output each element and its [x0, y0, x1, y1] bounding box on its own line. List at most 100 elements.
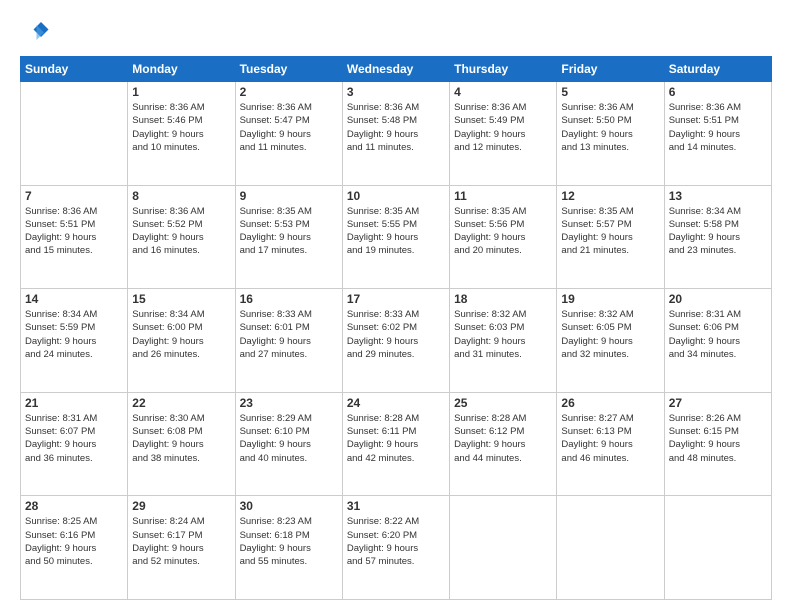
- day-info: Sunrise: 8:36 AMSunset: 5:51 PMDaylight:…: [25, 205, 123, 258]
- day-number: 23: [240, 396, 338, 410]
- day-info: Sunrise: 8:31 AMSunset: 6:06 PMDaylight:…: [669, 308, 767, 361]
- day-info: Sunrise: 8:23 AMSunset: 6:18 PMDaylight:…: [240, 515, 338, 568]
- calendar-cell: 31 Sunrise: 8:22 AMSunset: 6:20 PMDayligh…: [342, 496, 449, 600]
- day-info: Sunrise: 8:35 AMSunset: 5:57 PMDaylight:…: [561, 205, 659, 258]
- day-number: 6: [669, 85, 767, 99]
- day-number: 3: [347, 85, 445, 99]
- calendar-cell: 11 Sunrise: 8:35 AMSunset: 5:56 PMDayligh…: [450, 185, 557, 289]
- calendar-cell: 29 Sunrise: 8:24 AMSunset: 6:17 PMDayligh…: [128, 496, 235, 600]
- day-number: 27: [669, 396, 767, 410]
- day-number: 13: [669, 189, 767, 203]
- calendar-cell: 23 Sunrise: 8:29 AMSunset: 6:10 PMDayligh…: [235, 392, 342, 496]
- calendar-week-5: 28 Sunrise: 8:25 AMSunset: 6:16 PMDayligh…: [21, 496, 772, 600]
- day-number: 5: [561, 85, 659, 99]
- day-info: Sunrise: 8:28 AMSunset: 6:11 PMDaylight:…: [347, 412, 445, 465]
- day-info: Sunrise: 8:26 AMSunset: 6:15 PMDaylight:…: [669, 412, 767, 465]
- day-number: 21: [25, 396, 123, 410]
- day-info: Sunrise: 8:34 AMSunset: 5:59 PMDaylight:…: [25, 308, 123, 361]
- day-info: Sunrise: 8:34 AMSunset: 6:00 PMDaylight:…: [132, 308, 230, 361]
- day-info: Sunrise: 8:27 AMSunset: 6:13 PMDaylight:…: [561, 412, 659, 465]
- day-number: 14: [25, 292, 123, 306]
- calendar-week-1: 1Sunrise: 8:36 AMSunset: 5:46 PMDaylight…: [21, 82, 772, 186]
- calendar-cell: 10Sunrise: 8:35 AMSunset: 5:55 PMDayligh…: [342, 185, 449, 289]
- day-info: Sunrise: 8:36 AMSunset: 5:49 PMDaylight:…: [454, 101, 552, 154]
- logo: [20, 16, 54, 46]
- day-number: 28: [25, 499, 123, 513]
- day-number: 15: [132, 292, 230, 306]
- calendar-cell: 15 Sunrise: 8:34 AMSunset: 6:00 PMDayligh…: [128, 289, 235, 393]
- day-number: 9: [240, 189, 338, 203]
- day-info: Sunrise: 8:28 AMSunset: 6:12 PMDaylight:…: [454, 412, 552, 465]
- day-number: 18: [454, 292, 552, 306]
- day-number: 10: [347, 189, 445, 203]
- logo-icon: [20, 16, 50, 46]
- day-number: 8: [132, 189, 230, 203]
- day-info: Sunrise: 8:34 AMSunset: 5:58 PMDaylight:…: [669, 205, 767, 258]
- day-number: 20: [669, 292, 767, 306]
- calendar-cell: 1Sunrise: 8:36 AMSunset: 5:46 PMDaylight…: [128, 82, 235, 186]
- day-number: 17: [347, 292, 445, 306]
- calendar-cell: 4 Sunrise: 8:36 AMSunset: 5:49 PMDaylight…: [450, 82, 557, 186]
- calendar-cell: 24 Sunrise: 8:28 AMSunset: 6:11 PMDayligh…: [342, 392, 449, 496]
- calendar-cell: 30 Sunrise: 8:23 AMSunset: 6:18 PMDayligh…: [235, 496, 342, 600]
- calendar-header-saturday: Saturday: [664, 57, 771, 82]
- day-info: Sunrise: 8:36 AMSunset: 5:50 PMDaylight:…: [561, 101, 659, 154]
- calendar-header-tuesday: Tuesday: [235, 57, 342, 82]
- day-number: 16: [240, 292, 338, 306]
- calendar-table: SundayMondayTuesdayWednesdayThursdayFrid…: [20, 56, 772, 600]
- calendar-cell: 7 Sunrise: 8:36 AMSunset: 5:51 PMDaylight…: [21, 185, 128, 289]
- day-number: 7: [25, 189, 123, 203]
- day-info: Sunrise: 8:25 AMSunset: 6:16 PMDaylight:…: [25, 515, 123, 568]
- day-info: Sunrise: 8:29 AMSunset: 6:10 PMDaylight:…: [240, 412, 338, 465]
- calendar-cell: 19 Sunrise: 8:32 AMSunset: 6:05 PMDayligh…: [557, 289, 664, 393]
- calendar-cell: 13 Sunrise: 8:34 AMSunset: 5:58 PMDayligh…: [664, 185, 771, 289]
- calendar-cell: 6 Sunrise: 8:36 AMSunset: 5:51 PMDaylight…: [664, 82, 771, 186]
- day-info: Sunrise: 8:31 AMSunset: 6:07 PMDaylight:…: [25, 412, 123, 465]
- day-number: 29: [132, 499, 230, 513]
- calendar-header-friday: Friday: [557, 57, 664, 82]
- day-number: 25: [454, 396, 552, 410]
- calendar-week-3: 14 Sunrise: 8:34 AMSunset: 5:59 PMDayligh…: [21, 289, 772, 393]
- calendar-cell: 26 Sunrise: 8:27 AMSunset: 6:13 PMDayligh…: [557, 392, 664, 496]
- day-info: Sunrise: 8:22 AMSunset: 6:20 PMDaylight:…: [347, 515, 445, 568]
- day-info: Sunrise: 8:32 AMSunset: 6:05 PMDaylight:…: [561, 308, 659, 361]
- calendar-cell: 14 Sunrise: 8:34 AMSunset: 5:59 PMDayligh…: [21, 289, 128, 393]
- calendar-header-row: SundayMondayTuesdayWednesdayThursdayFrid…: [21, 57, 772, 82]
- day-number: 26: [561, 396, 659, 410]
- day-info: Sunrise: 8:36 AMSunset: 5:52 PMDaylight:…: [132, 205, 230, 258]
- calendar-cell: [21, 82, 128, 186]
- day-info: Sunrise: 8:36 AMSunset: 5:51 PMDaylight:…: [669, 101, 767, 154]
- calendar-header-monday: Monday: [128, 57, 235, 82]
- day-number: 11: [454, 189, 552, 203]
- calendar-cell: 22 Sunrise: 8:30 AMSunset: 6:08 PMDayligh…: [128, 392, 235, 496]
- day-info: Sunrise: 8:35 AMSunset: 5:56 PMDaylight:…: [454, 205, 552, 258]
- day-info: Sunrise: 8:32 AMSunset: 6:03 PMDaylight:…: [454, 308, 552, 361]
- day-number: 19: [561, 292, 659, 306]
- calendar-week-2: 7 Sunrise: 8:36 AMSunset: 5:51 PMDaylight…: [21, 185, 772, 289]
- calendar-cell: [450, 496, 557, 600]
- day-number: 22: [132, 396, 230, 410]
- day-info: Sunrise: 8:36 AMSunset: 5:47 PMDaylight:…: [240, 101, 338, 154]
- day-info: Sunrise: 8:33 AMSunset: 6:01 PMDaylight:…: [240, 308, 338, 361]
- calendar-cell: 5 Sunrise: 8:36 AMSunset: 5:50 PMDaylight…: [557, 82, 664, 186]
- calendar-cell: 2Sunrise: 8:36 AMSunset: 5:47 PMDaylight…: [235, 82, 342, 186]
- calendar-header-thursday: Thursday: [450, 57, 557, 82]
- calendar-cell: 18 Sunrise: 8:32 AMSunset: 6:03 PMDayligh…: [450, 289, 557, 393]
- calendar-cell: 28 Sunrise: 8:25 AMSunset: 6:16 PMDayligh…: [21, 496, 128, 600]
- calendar-cell: 25 Sunrise: 8:28 AMSunset: 6:12 PMDayligh…: [450, 392, 557, 496]
- day-number: 30: [240, 499, 338, 513]
- calendar-header-sunday: Sunday: [21, 57, 128, 82]
- day-info: Sunrise: 8:30 AMSunset: 6:08 PMDaylight:…: [132, 412, 230, 465]
- day-info: Sunrise: 8:35 AMSunset: 5:53 PMDaylight:…: [240, 205, 338, 258]
- calendar-cell: [557, 496, 664, 600]
- header: [20, 16, 772, 46]
- day-number: 24: [347, 396, 445, 410]
- day-number: 31: [347, 499, 445, 513]
- day-info: Sunrise: 8:24 AMSunset: 6:17 PMDaylight:…: [132, 515, 230, 568]
- day-info: Sunrise: 8:33 AMSunset: 6:02 PMDaylight:…: [347, 308, 445, 361]
- calendar-cell: 8 Sunrise: 8:36 AMSunset: 5:52 PMDaylight…: [128, 185, 235, 289]
- calendar-cell: 12Sunrise: 8:35 AMSunset: 5:57 PMDayligh…: [557, 185, 664, 289]
- day-number: 4: [454, 85, 552, 99]
- calendar-cell: 21 Sunrise: 8:31 AMSunset: 6:07 PMDayligh…: [21, 392, 128, 496]
- calendar-cell: 16 Sunrise: 8:33 AMSunset: 6:01 PMDayligh…: [235, 289, 342, 393]
